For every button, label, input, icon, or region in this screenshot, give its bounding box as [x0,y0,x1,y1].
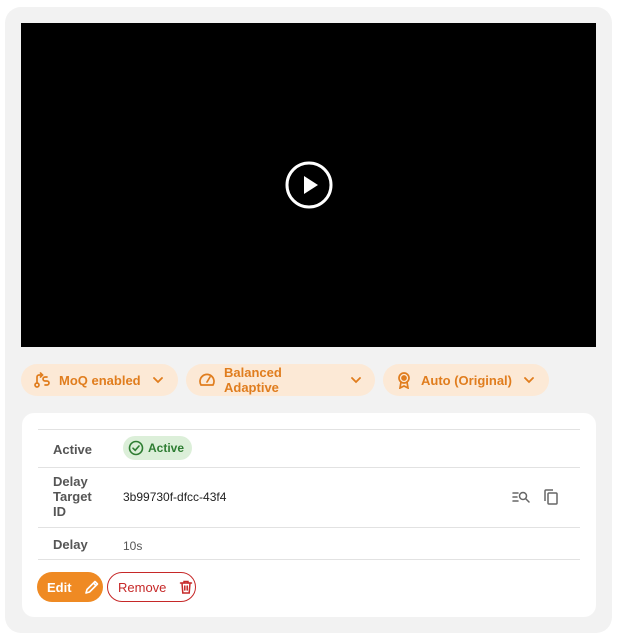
edit-button-label: Edit [47,579,72,595]
delay-target-label: Delay Target ID [53,474,92,519]
detail-row-delay-target: Delay Target ID 3b99730f-dfcc-43f4 [38,467,580,527]
quality-mode-dropdown[interactable]: Balanced Adaptive [186,364,375,396]
remove-button-label: Remove [118,579,167,595]
active-label: Active [53,442,93,457]
award-icon [395,371,413,389]
resolution-label: Auto (Original) [421,372,512,388]
pencil-icon [84,579,100,595]
active-value: Active [123,436,193,460]
find-icon[interactable] [512,488,530,506]
delay-target-actions [512,488,560,506]
remove-button[interactable]: Remove [107,572,196,602]
check-circle-icon [128,440,144,456]
moq-label: MoQ enabled [59,372,141,388]
resolution-dropdown[interactable]: Auto (Original) [383,364,549,396]
chevron-down-icon [151,373,165,387]
delay-value: 10s [123,539,143,553]
speedometer-icon [198,371,216,389]
edit-button[interactable]: Edit [37,572,103,602]
copy-icon[interactable] [542,488,560,506]
moq-route-icon [33,371,51,389]
status-badge-text: Active [148,441,185,455]
delay-label: Delay [53,537,88,552]
delay-target-value: 3b99730f-dfcc-43f4 [123,490,227,504]
chevron-down-icon [349,373,363,387]
trash-icon [178,579,194,595]
status-badge: Active [123,436,193,460]
video-player[interactable] [21,23,596,347]
detail-row-active: Active Active [38,429,580,467]
detail-row-delay: Delay 10s [38,527,580,560]
play-circle-icon[interactable] [285,161,333,209]
chevron-down-icon [522,373,536,387]
moq-dropdown[interactable]: MoQ enabled [21,364,178,396]
quality-mode-label: Balanced Adaptive [224,365,282,395]
